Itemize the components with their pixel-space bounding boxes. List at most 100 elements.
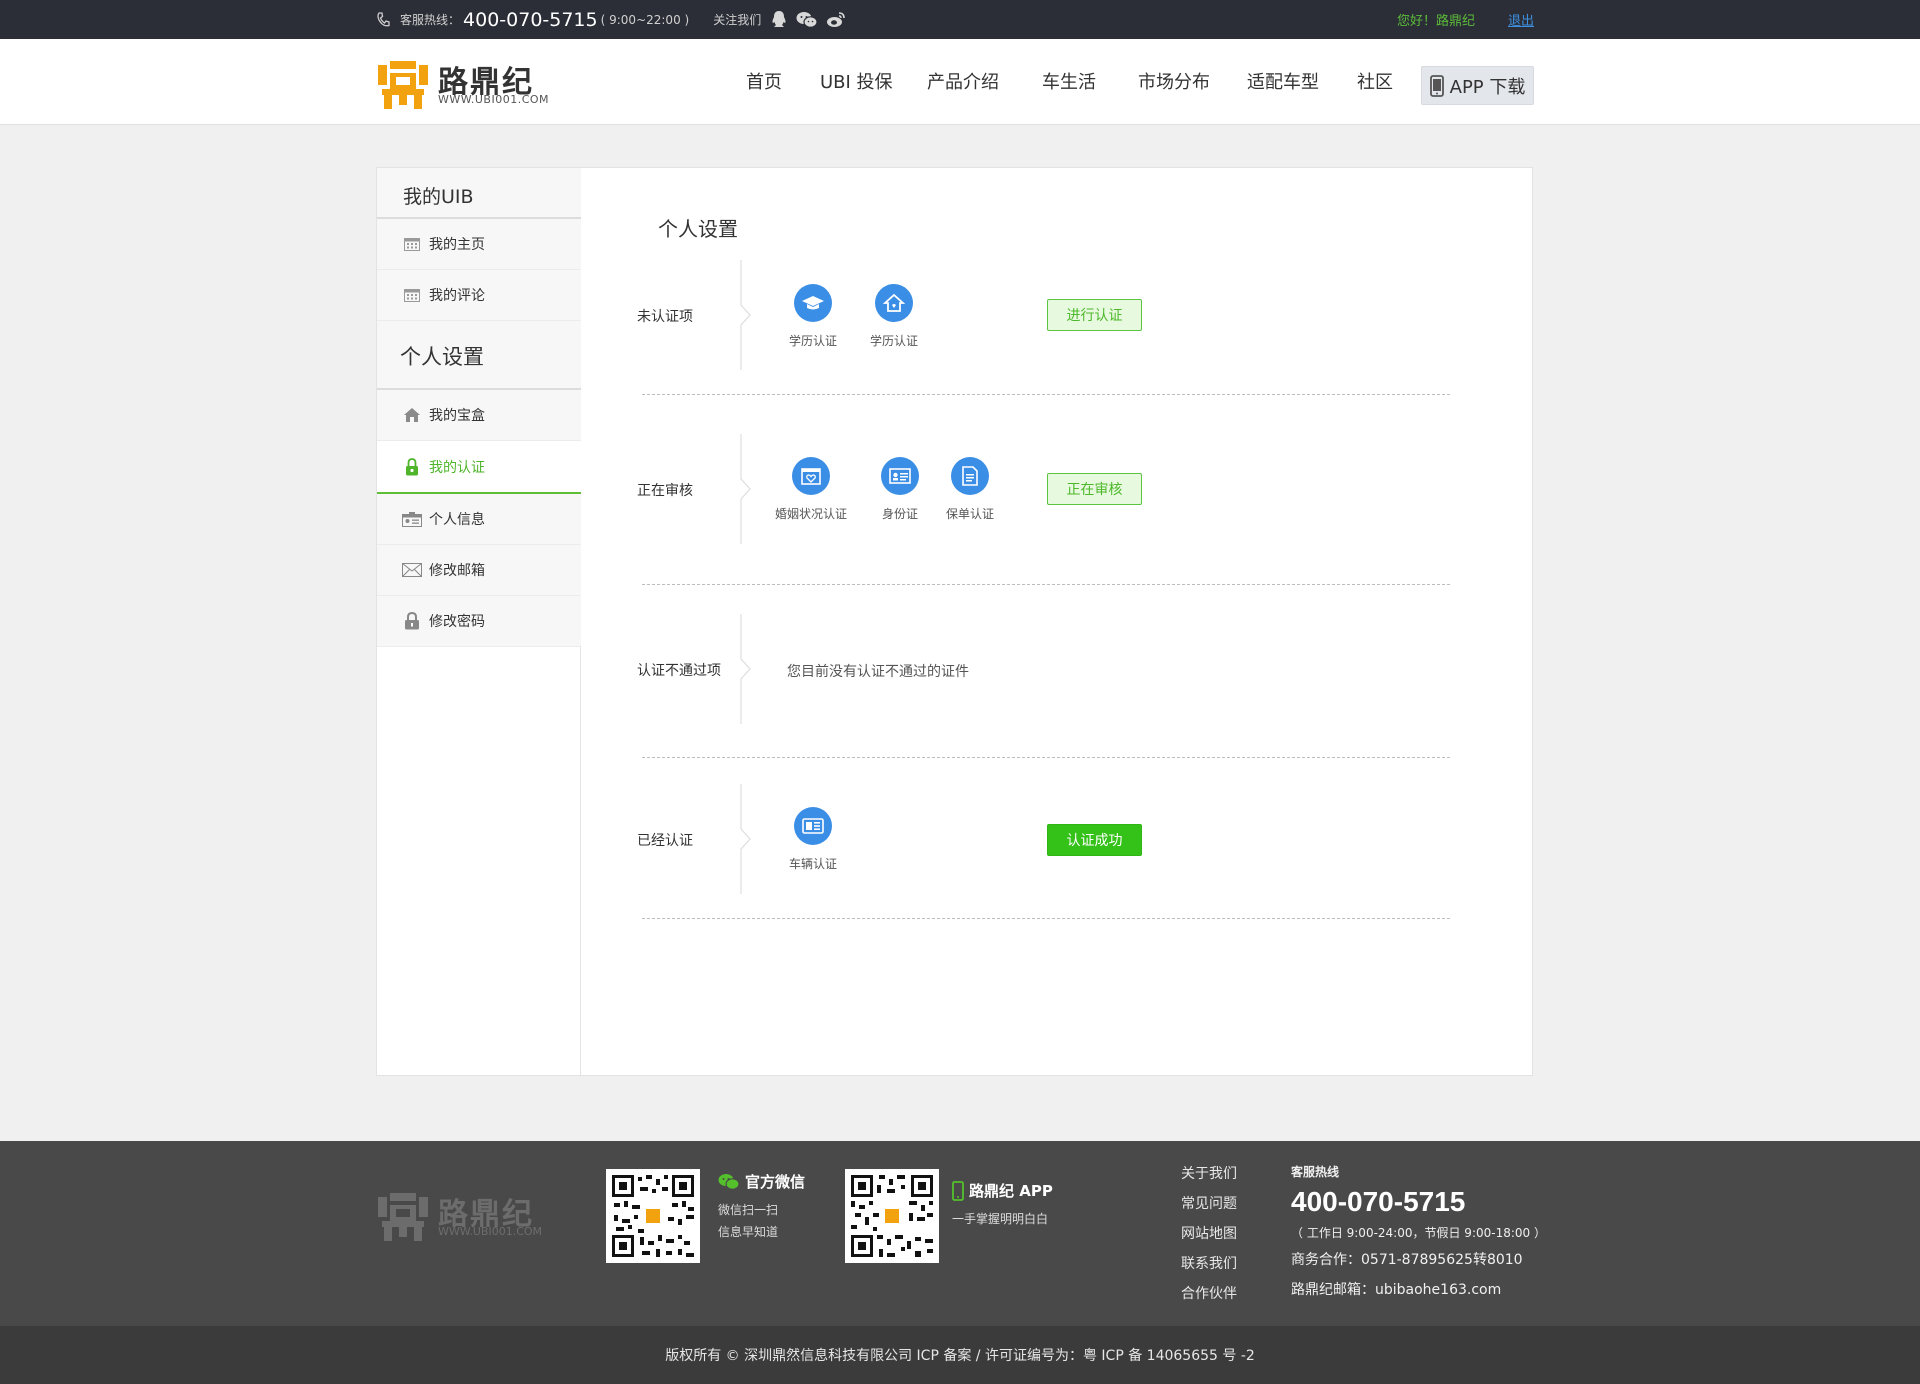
sidebar-item-my-certification[interactable]: 我的认证 (377, 441, 581, 494)
site-header: 路鼎纪 WWW.UBI001.COM 首页 UBI 投保 产品介绍 车生活 市场… (0, 39, 1920, 125)
wechat-sub-line: 信息早知道 (718, 1225, 779, 1239)
sidebar-item-label: 修改密码 (429, 614, 485, 630)
footer-link-partners[interactable]: 合作伙伴 (1181, 1279, 1237, 1309)
footer-logo[interactable]: 路鼎纪 WWW.UBI001.COM (376, 1191, 566, 1241)
top-bar: 客服热线： 400-070-5715 ( 9:00~22:00 ) 关注我们 您… (0, 0, 1920, 39)
envelope-icon (401, 560, 423, 580)
sidebar-item-my-comments[interactable]: 我的评论 (377, 270, 581, 321)
sidebar-item-change-email[interactable]: 修改邮箱 (377, 545, 581, 596)
certified-success-button[interactable]: 认证成功 (1047, 824, 1142, 856)
wechat-title-text: 官方微信 (745, 1173, 806, 1191)
nav-car-life[interactable]: 车生活 (1042, 67, 1096, 99)
copyright-bar: 版权所有 © 深圳鼎然信息科技有限公司 ICP 备案 / 许可证编号为：粤 IC… (0, 1326, 1920, 1384)
sidebar-item-my-box[interactable]: 我的宝盒 (377, 390, 581, 441)
cert-item-name: 学历认证 (869, 334, 918, 348)
sidebar-item-change-password[interactable]: 修改密码 (377, 596, 581, 647)
footer-link-sitemap[interactable]: 网站地图 (1181, 1219, 1237, 1249)
sidebar-item-label: 我的主页 (429, 237, 485, 253)
app-qr-code (845, 1169, 939, 1263)
logo-mark-icon (378, 61, 428, 109)
mobile-phone-icon (1429, 74, 1444, 97)
sidebar-item-label: 我的评论 (429, 288, 485, 304)
app-download-button[interactable]: APP 下载 (1421, 66, 1534, 105)
chevron-separator-icon (740, 434, 751, 544)
start-certification-button[interactable]: 进行认证 (1047, 299, 1142, 331)
cert-item-id-card[interactable]: 身份证 (860, 457, 940, 522)
logo-url: WWW.UBI001.COM (438, 93, 550, 106)
nav-car-models[interactable]: 适配车型 (1247, 67, 1319, 99)
sidebar-section-title: 我的UIB (403, 186, 474, 208)
certification-content: 个人设置 未认证项 学历认证 学历认证 进行认证 正在审核 婚姻状况认证 身份证… (582, 168, 1532, 1075)
cert-item-education[interactable]: 学历认证 (773, 284, 853, 349)
id-card-icon (401, 509, 423, 529)
wechat-icon[interactable] (796, 11, 818, 29)
footer-link-contact[interactable]: 联系我们 (1181, 1249, 1237, 1279)
contact-hours: （ 工作日 9:00-24:00，节假日 9:00-18:00 ） (1291, 1226, 1546, 1240)
heart-calendar-icon (792, 457, 830, 495)
footer-link-about[interactable]: 关于我们 (1181, 1159, 1237, 1189)
under-review-button[interactable]: 正在审核 (1047, 473, 1142, 505)
wechat-subtitle: 微信扫一扫 信息早知道 (718, 1199, 778, 1243)
chevron-separator-icon (740, 784, 751, 894)
row-divider (642, 918, 1450, 919)
chevron-separator-icon (740, 260, 751, 370)
contact-email: 路鼎纪邮箱：ubibaohe163.com (1291, 1282, 1502, 1298)
wechat-title: 官方微信 (718, 1171, 805, 1192)
main-panel: 我的UIB 我的主页 我的评论 个人设置 我的宝盒 我的认证 个人信息 修改邮箱 (376, 167, 1533, 1076)
contact-label: 客服热线 (1291, 1165, 1340, 1179)
nav-products[interactable]: 产品介绍 (927, 67, 999, 99)
row-label-failed: 认证不通过项 (637, 663, 721, 679)
row-divider (642, 757, 1450, 758)
logout-link[interactable]: 退出 (1508, 10, 1534, 29)
document-icon (951, 457, 989, 495)
house-icon (875, 284, 913, 322)
padlock-icon (401, 611, 423, 631)
cert-item-marital-status[interactable]: 婚姻状况认证 (771, 457, 851, 522)
nav-home[interactable]: 首页 (746, 67, 782, 99)
sidebar-item-my-home[interactable]: 我的主页 (377, 219, 581, 270)
nav-community[interactable]: 社区 (1357, 67, 1393, 99)
page-title: 个人设置 (658, 217, 738, 241)
app-subtitle: 一手掌握明明白白 (952, 1212, 1049, 1226)
phone-icon (377, 11, 390, 26)
sidebar-section-title: 个人设置 (400, 345, 484, 369)
user-greeting: 您好！路鼎纪 (1396, 14, 1475, 29)
copyright-text: 版权所有 © 深圳鼎然信息科技有限公司 ICP 备案 / 许可证编号为：粤 IC… (665, 1348, 1255, 1364)
footer-links: 关于我们 常见问题 网站地图 联系我们 合作伙伴 (1181, 1159, 1237, 1309)
site-logo[interactable]: 路鼎纪 WWW.UBI001.COM (376, 59, 566, 109)
sidebar-section-settings: 个人设置 (377, 321, 581, 390)
cert-item-name: 婚姻状况认证 (774, 507, 847, 521)
cert-item-education[interactable]: 学历认证 (854, 284, 934, 349)
cert-item-policy[interactable]: 保单认证 (930, 457, 1010, 522)
sidebar-item-label: 我的认证 (429, 459, 485, 476)
vehicle-license-icon (794, 807, 832, 845)
qq-icon[interactable] (770, 10, 788, 29)
hotline-hours: ( 9:00~22:00 ) (600, 12, 690, 27)
row-label-certified: 已经认证 (637, 833, 693, 849)
cert-item-name: 保单认证 (945, 507, 994, 521)
nav-ubi-insure[interactable]: UBI 投保 (820, 67, 893, 99)
wechat-icon (718, 1173, 740, 1190)
no-failed-certificates-text: 您目前没有认证不通过的证件 (787, 664, 969, 680)
sidebar-item-label: 修改邮箱 (429, 563, 485, 579)
cert-item-vehicle[interactable]: 车辆认证 (773, 807, 853, 872)
hotline-area: 客服热线： 400-070-5715 ( 9:00~22:00 ) 关注我们 (376, 0, 846, 39)
wechat-qr-code (606, 1169, 700, 1263)
id-card-icon (881, 457, 919, 495)
nav-market[interactable]: 市场分布 (1138, 67, 1210, 99)
app-title-text: 路鼎纪 APP (969, 1182, 1053, 1200)
mobile-phone-icon (952, 1180, 964, 1201)
sidebar-item-personal-info[interactable]: 个人信息 (377, 494, 581, 545)
footer-contact: 客服热线 400-070-5715 （ 工作日 9:00-24:00，节假日 9… (1291, 1163, 1546, 1299)
cert-item-name: 身份证 (881, 507, 918, 521)
sidebar: 我的UIB 我的主页 我的评论 个人设置 我的宝盒 我的认证 个人信息 修改邮箱 (377, 168, 581, 1075)
lock-icon (401, 457, 423, 477)
logo-mark-icon (378, 1193, 428, 1241)
sidebar-section-my-ubi: 我的UIB (377, 168, 581, 219)
calendar-icon (401, 234, 423, 254)
weibo-icon[interactable] (826, 11, 846, 28)
wechat-sub-line: 微信扫一扫 (718, 1203, 779, 1217)
footer-link-faq[interactable]: 常见问题 (1181, 1189, 1237, 1219)
calendar-icon (401, 285, 423, 305)
sidebar-item-label: 个人信息 (429, 512, 485, 528)
